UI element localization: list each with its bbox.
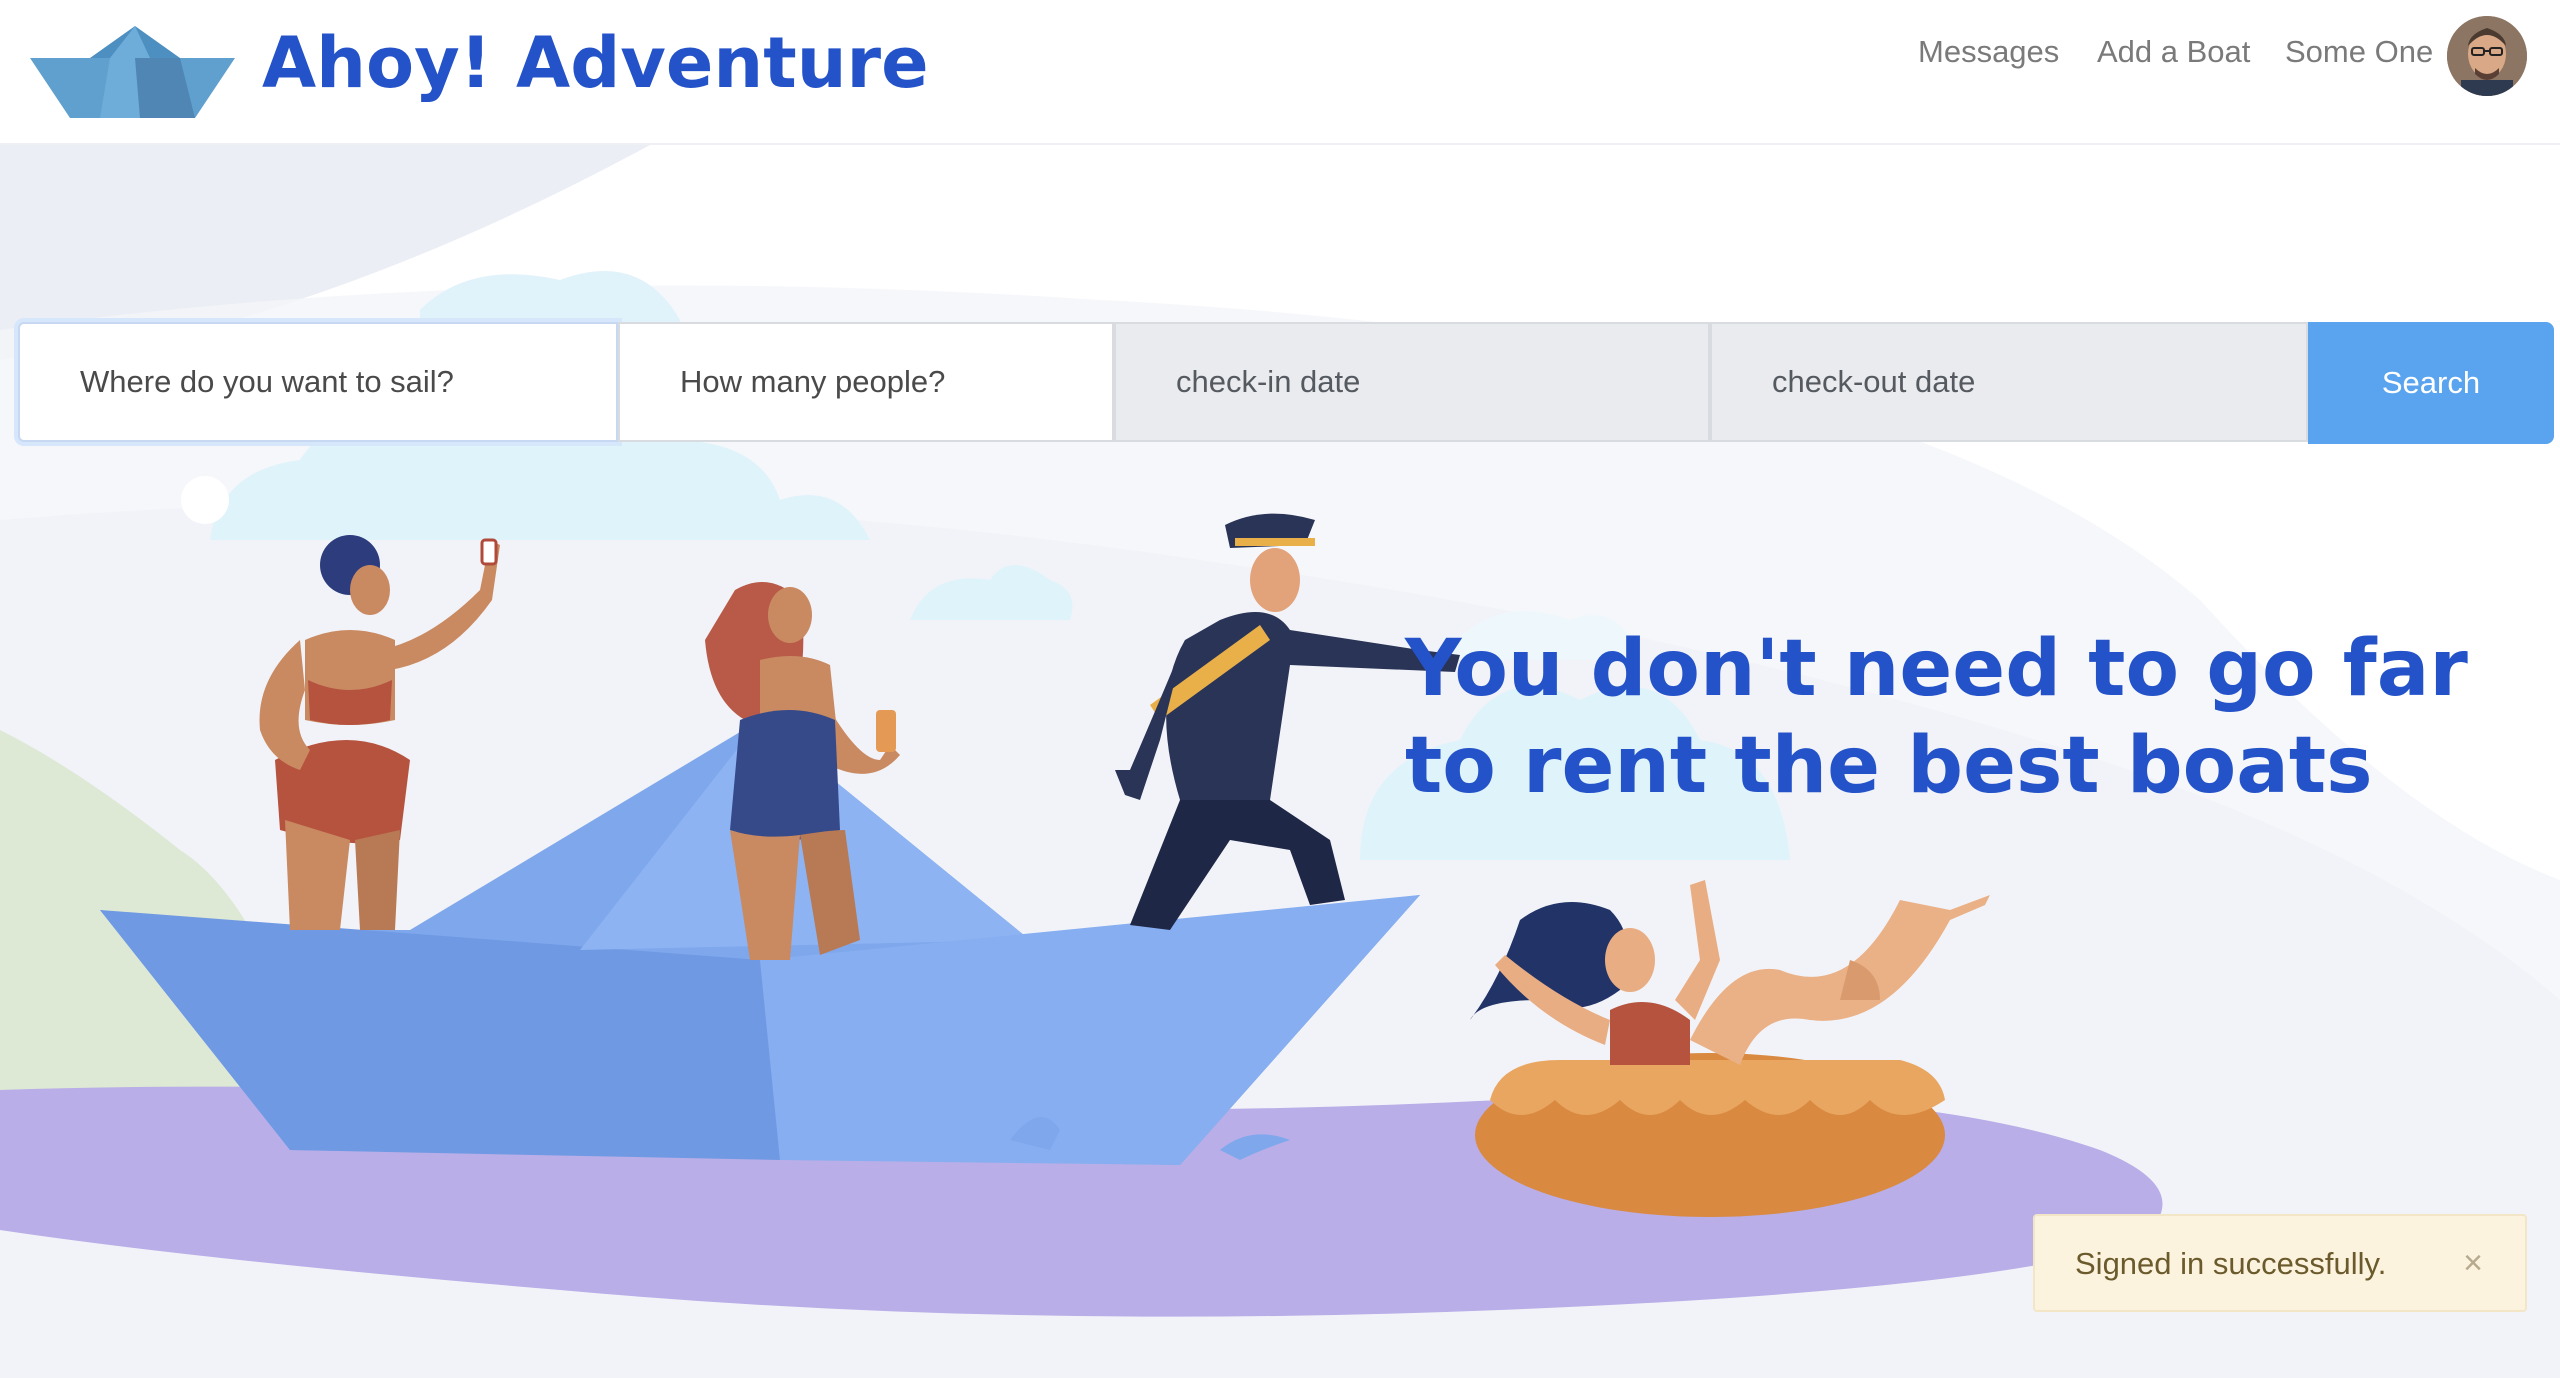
paper-boat-icon[interactable] (30, 26, 235, 118)
nav-add-boat[interactable]: Add a Boat (2097, 34, 2250, 70)
flash-message: Signed in successfully. (2075, 1246, 2387, 1281)
nav-user-name[interactable]: Some One (2285, 34, 2433, 70)
user-face-icon (2447, 16, 2527, 96)
close-icon[interactable]: × (2453, 1238, 2493, 1288)
tagline-line-1: You don't need to go far (1405, 624, 2468, 714)
boat-search-form: Search (18, 322, 2554, 444)
checkin-date-input[interactable] (1114, 322, 1710, 442)
hero-tagline: You don't need to go far to rent the bes… (1405, 621, 2505, 815)
nav-messages[interactable]: Messages (1918, 34, 2059, 70)
top-navbar: Ahoy! Adventure Messages Add a Boat Some… (0, 0, 2560, 145)
user-avatar[interactable] (2447, 16, 2527, 96)
tagline-line-2: to rent the best boats (1405, 721, 2373, 811)
destination-input[interactable] (18, 322, 618, 442)
people-count-input[interactable] (618, 322, 1114, 442)
flash-notification: Signed in successfully. × (2033, 1214, 2527, 1312)
checkout-date-input[interactable] (1710, 322, 2308, 442)
search-button[interactable]: Search (2308, 322, 2554, 444)
brand-name[interactable]: Ahoy! Adventure (262, 22, 929, 104)
